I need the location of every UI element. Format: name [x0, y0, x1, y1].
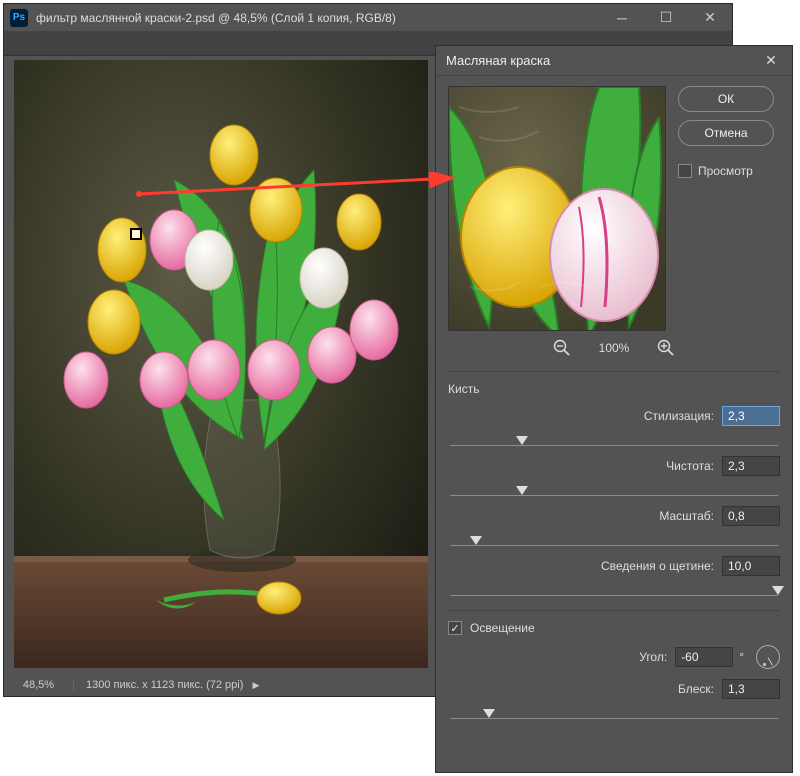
angle-dial[interactable] — [756, 645, 780, 669]
window-title: фильтр маслянной краски-2.psd @ 48,5% (С… — [36, 11, 396, 25]
angle-unit: ° — [739, 650, 744, 664]
photoshop-logo-icon: Ps — [10, 9, 28, 27]
stylization-slider[interactable] — [450, 430, 778, 446]
close-button[interactable]: ✕ — [688, 4, 732, 32]
slider-thumb[interactable] — [516, 486, 528, 495]
maximize-button[interactable]: ☐ — [644, 4, 688, 32]
bristle-label: Сведения о щетине: — [448, 559, 722, 573]
oil-paint-dialog: Масляная краска ✕ — [435, 45, 793, 773]
sample-marker[interactable] — [130, 228, 142, 240]
cleanliness-slider[interactable] — [450, 480, 778, 496]
angle-input[interactable] — [675, 647, 733, 667]
zoom-level: 100% — [599, 341, 630, 355]
zoom-in-icon[interactable] — [657, 339, 675, 357]
minimize-button[interactable]: ─ — [600, 4, 644, 32]
dialog-title: Масляная краска — [446, 53, 760, 68]
scale-input[interactable] — [722, 506, 780, 526]
zoom-out-icon[interactable] — [553, 339, 571, 357]
bristle-input[interactable] — [722, 556, 780, 576]
angle-label: Угол: — [448, 650, 675, 664]
scale-label: Масштаб: — [448, 509, 722, 523]
canvas-area[interactable] — [14, 60, 428, 668]
slider-thumb[interactable] — [483, 709, 495, 718]
canvas-artwork — [14, 60, 428, 668]
preview-artwork — [449, 87, 666, 331]
titlebar[interactable]: Ps фильтр маслянной краски-2.psd @ 48,5%… — [4, 4, 732, 32]
lighting-section-title: Освещение — [470, 621, 535, 635]
preview-checkbox[interactable] — [678, 164, 692, 178]
slider-thumb[interactable] — [772, 586, 784, 595]
ok-button[interactable]: ОК — [678, 86, 774, 112]
slider-thumb[interactable] — [470, 536, 482, 545]
doc-info-menu-icon[interactable]: ▶ — [252, 680, 259, 690]
stylization-input[interactable] — [722, 406, 780, 426]
slider-thumb[interactable] — [516, 436, 528, 445]
bristle-slider[interactable] — [450, 580, 778, 596]
lighting-checkbox[interactable] — [448, 621, 462, 635]
brush-section-title: Кисть — [448, 382, 780, 396]
doc-info[interactable]: 1300 пикс. x 1123 пикс. (72 ppi) — [86, 679, 243, 691]
shine-slider[interactable] — [450, 703, 778, 719]
zoom-readout[interactable]: 48,5% — [4, 679, 74, 691]
scale-slider[interactable] — [450, 530, 778, 546]
cancel-button[interactable]: Отмена — [678, 120, 774, 146]
filter-preview[interactable] — [448, 86, 666, 331]
cleanliness-label: Чистота: — [448, 459, 722, 473]
shine-input[interactable] — [722, 679, 780, 699]
dialog-close-button[interactable]: ✕ — [760, 52, 782, 69]
status-bar: 48,5% 1300 пикс. x 1123 пикс. (72 ppi) ▶ — [4, 674, 431, 696]
dialog-titlebar[interactable]: Масляная краска ✕ — [436, 46, 792, 76]
stylization-label: Стилизация: — [448, 409, 722, 423]
preview-checkbox-label: Просмотр — [698, 164, 753, 178]
cleanliness-input[interactable] — [722, 456, 780, 476]
shine-label: Блеск: — [448, 682, 722, 696]
document-canvas[interactable] — [14, 60, 428, 668]
